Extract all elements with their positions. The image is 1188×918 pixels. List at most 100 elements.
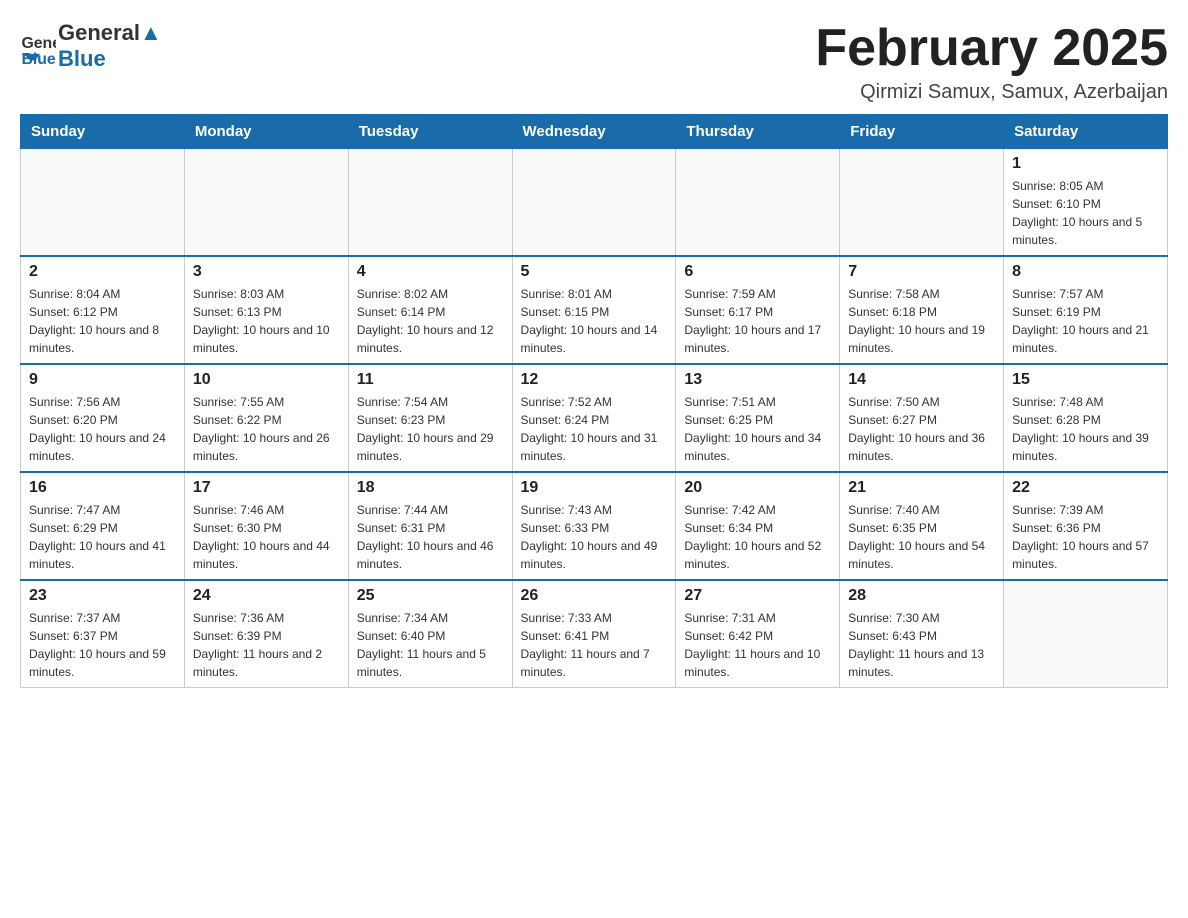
day-info: Sunrise: 7:40 AMSunset: 6:35 PMDaylight:…: [848, 501, 995, 573]
day-number: 2: [29, 263, 176, 281]
logo-blue-label: Blue: [58, 46, 106, 71]
day-info: Sunrise: 7:31 AMSunset: 6:42 PMDaylight:…: [684, 609, 831, 681]
weekday-header-tuesday: Tuesday: [348, 115, 512, 149]
day-info: Sunrise: 7:56 AMSunset: 6:20 PMDaylight:…: [29, 393, 176, 465]
calendar-cell: 19 Sunrise: 7:43 AMSunset: 6:33 PMDayligh…: [512, 472, 676, 580]
day-number: 9: [29, 371, 176, 389]
day-info: Sunrise: 7:46 AMSunset: 6:30 PMDaylight:…: [193, 501, 340, 573]
logo-general-text: General: [58, 20, 140, 45]
logo-text: General▲ Blue: [58, 20, 162, 72]
day-info: Sunrise: 7:52 AMSunset: 6:24 PMDaylight:…: [521, 393, 668, 465]
day-info: Sunrise: 7:34 AMSunset: 6:40 PMDaylight:…: [357, 609, 504, 681]
logo-blue-text: ▲: [140, 20, 162, 45]
day-number: 12: [521, 371, 668, 389]
calendar-table: SundayMondayTuesdayWednesdayThursdayFrid…: [20, 114, 1168, 688]
day-number: 17: [193, 479, 340, 497]
weekday-header-friday: Friday: [840, 115, 1004, 149]
calendar-week-row: 23 Sunrise: 7:37 AMSunset: 6:37 PMDayligh…: [21, 580, 1168, 688]
calendar-cell: 21 Sunrise: 7:40 AMSunset: 6:35 PMDayligh…: [840, 472, 1004, 580]
month-title: February 2025: [815, 20, 1168, 77]
day-info: Sunrise: 7:44 AMSunset: 6:31 PMDaylight:…: [357, 501, 504, 573]
day-info: Sunrise: 8:01 AMSunset: 6:15 PMDaylight:…: [521, 285, 668, 357]
day-number: 11: [357, 371, 504, 389]
day-info: Sunrise: 8:02 AMSunset: 6:14 PMDaylight:…: [357, 285, 504, 357]
day-number: 7: [848, 263, 995, 281]
calendar-cell: 5Sunrise: 8:01 AMSunset: 6:15 PMDaylight…: [512, 256, 676, 364]
weekday-header-monday: Monday: [184, 115, 348, 149]
calendar-cell: 15Sunrise: 7:48 AMSunset: 6:28 PMDayligh…: [1004, 364, 1168, 472]
calendar-cell: 1Sunrise: 8:05 AMSunset: 6:10 PMDaylight…: [1004, 149, 1168, 257]
day-info: Sunrise: 8:05 AMSunset: 6:10 PMDaylight:…: [1012, 177, 1159, 249]
calendar-cell: [21, 149, 185, 257]
calendar-week-row: 2 Sunrise: 8:04 AMSunset: 6:12 PMDaylight…: [21, 256, 1168, 364]
calendar-cell: 20Sunrise: 7:42 AMSunset: 6:34 PMDayligh…: [676, 472, 840, 580]
day-info: Sunrise: 8:04 AMSunset: 6:12 PMDaylight:…: [29, 285, 176, 357]
day-number: 23: [29, 587, 176, 605]
day-number: 15: [1012, 371, 1159, 389]
day-info: Sunrise: 7:33 AMSunset: 6:41 PMDaylight:…: [521, 609, 668, 681]
calendar-cell: 14 Sunrise: 7:50 AMSunset: 6:27 PMDayligh…: [840, 364, 1004, 472]
calendar-cell: [1004, 580, 1168, 688]
calendar-cell: 11 Sunrise: 7:54 AMSunset: 6:23 PMDayligh…: [348, 364, 512, 472]
calendar-week-row: 1Sunrise: 8:05 AMSunset: 6:10 PMDaylight…: [21, 149, 1168, 257]
calendar-cell: 7Sunrise: 7:58 AMSunset: 6:18 PMDaylight…: [840, 256, 1004, 364]
calendar-cell: 9 Sunrise: 7:56 AMSunset: 6:20 PMDaylight…: [21, 364, 185, 472]
calendar-cell: 4 Sunrise: 8:02 AMSunset: 6:14 PMDaylight…: [348, 256, 512, 364]
day-number: 16: [29, 479, 176, 497]
calendar-cell: 8Sunrise: 7:57 AMSunset: 6:19 PMDaylight…: [1004, 256, 1168, 364]
day-number: 27: [684, 587, 831, 605]
calendar-cell: 23 Sunrise: 7:37 AMSunset: 6:37 PMDayligh…: [21, 580, 185, 688]
day-number: 10: [193, 371, 340, 389]
svg-text:Blue: Blue: [21, 51, 55, 64]
day-info: Sunrise: 7:55 AMSunset: 6:22 PMDaylight:…: [193, 393, 340, 465]
calendar-cell: 22Sunrise: 7:39 AMSunset: 6:36 PMDayligh…: [1004, 472, 1168, 580]
day-number: 28: [848, 587, 995, 605]
day-info: Sunrise: 8:03 AMSunset: 6:13 PMDaylight:…: [193, 285, 340, 357]
calendar-cell: 28 Sunrise: 7:30 AMSunset: 6:43 PMDayligh…: [840, 580, 1004, 688]
calendar-week-row: 16 Sunrise: 7:47 AMSunset: 6:29 PMDayligh…: [21, 472, 1168, 580]
page-header: General Blue General▲ Blue February 2025…: [20, 20, 1168, 104]
day-number: 26: [521, 587, 668, 605]
calendar-cell: 3 Sunrise: 8:03 AMSunset: 6:13 PMDaylight…: [184, 256, 348, 364]
day-number: 14: [848, 371, 995, 389]
day-number: 19: [521, 479, 668, 497]
calendar-cell: 24 Sunrise: 7:36 AMSunset: 6:39 PMDayligh…: [184, 580, 348, 688]
day-info: Sunrise: 7:59 AMSunset: 6:17 PMDaylight:…: [684, 285, 831, 357]
calendar-cell: 17 Sunrise: 7:46 AMSunset: 6:30 PMDayligh…: [184, 472, 348, 580]
weekday-header-thursday: Thursday: [676, 115, 840, 149]
calendar-cell: 27 Sunrise: 7:31 AMSunset: 6:42 PMDayligh…: [676, 580, 840, 688]
day-info: Sunrise: 7:54 AMSunset: 6:23 PMDaylight:…: [357, 393, 504, 465]
day-number: 8: [1012, 263, 1159, 281]
day-number: 25: [357, 587, 504, 605]
calendar-cell: 26 Sunrise: 7:33 AMSunset: 6:41 PMDayligh…: [512, 580, 676, 688]
day-number: 21: [848, 479, 995, 497]
weekday-header-row: SundayMondayTuesdayWednesdayThursdayFrid…: [21, 115, 1168, 149]
calendar-cell: [348, 149, 512, 257]
calendar-cell: [512, 149, 676, 257]
calendar-cell: [840, 149, 1004, 257]
day-info: Sunrise: 7:37 AMSunset: 6:37 PMDaylight:…: [29, 609, 176, 681]
day-info: Sunrise: 7:30 AMSunset: 6:43 PMDaylight:…: [848, 609, 995, 681]
calendar-cell: 13Sunrise: 7:51 AMSunset: 6:25 PMDayligh…: [676, 364, 840, 472]
day-number: 3: [193, 263, 340, 281]
day-info: Sunrise: 7:47 AMSunset: 6:29 PMDaylight:…: [29, 501, 176, 573]
day-info: Sunrise: 7:42 AMSunset: 6:34 PMDaylight:…: [684, 501, 831, 573]
location-text: Qirmizi Samux, Samux, Azerbaijan: [815, 81, 1168, 104]
logo: General Blue General▲ Blue: [20, 20, 162, 72]
calendar-cell: 25 Sunrise: 7:34 AMSunset: 6:40 PMDayligh…: [348, 580, 512, 688]
calendar-cell: 2 Sunrise: 8:04 AMSunset: 6:12 PMDaylight…: [21, 256, 185, 364]
svg-text:General: General: [21, 35, 56, 52]
title-block: February 2025 Qirmizi Samux, Samux, Azer…: [815, 20, 1168, 104]
calendar-cell: 10 Sunrise: 7:55 AMSunset: 6:22 PMDayligh…: [184, 364, 348, 472]
day-info: Sunrise: 7:36 AMSunset: 6:39 PMDaylight:…: [193, 609, 340, 681]
day-number: 18: [357, 479, 504, 497]
day-number: 6: [684, 263, 831, 281]
day-number: 24: [193, 587, 340, 605]
day-number: 22: [1012, 479, 1159, 497]
day-info: Sunrise: 7:50 AMSunset: 6:27 PMDaylight:…: [848, 393, 995, 465]
day-info: Sunrise: 7:43 AMSunset: 6:33 PMDaylight:…: [521, 501, 668, 573]
logo-icon: General Blue: [20, 28, 56, 64]
calendar-week-row: 9 Sunrise: 7:56 AMSunset: 6:20 PMDaylight…: [21, 364, 1168, 472]
weekday-header-sunday: Sunday: [21, 115, 185, 149]
day-number: 4: [357, 263, 504, 281]
